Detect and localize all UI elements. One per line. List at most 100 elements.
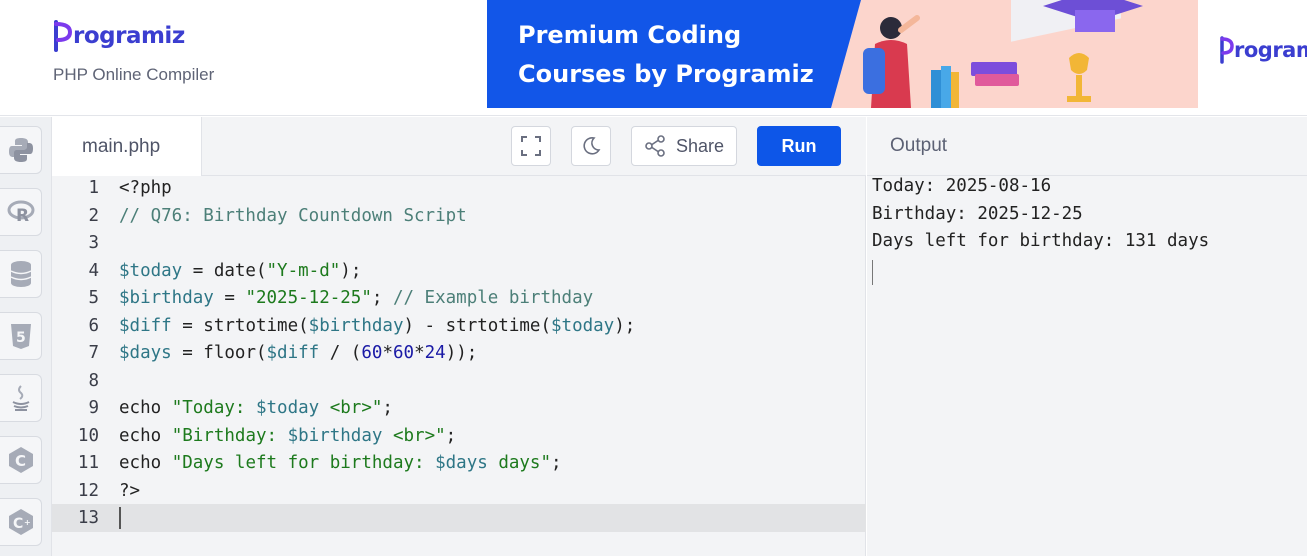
language-sidebar: R 5 C C +	[0, 117, 52, 556]
code-line[interactable]: 3	[52, 229, 866, 257]
code-token: ) - strtotime(	[403, 315, 551, 336]
code-token: $birthday	[287, 425, 383, 446]
code-token: );	[340, 260, 362, 281]
sidebar-item-r[interactable]: R	[0, 188, 42, 236]
code-line[interactable]: 2 // Q76: Birthday Countdown Script	[52, 202, 866, 230]
code-token: <br>"	[382, 425, 446, 446]
code-line[interactable]: 10 echo "Birthday: $birthday <br>";	[52, 422, 866, 450]
code-token: $days	[119, 343, 172, 363]
code-text: $days = floor($diff / (60*60*24));	[119, 343, 477, 363]
sidebar-item-sql[interactable]	[0, 250, 42, 298]
code-text: ?>	[119, 481, 140, 501]
line-number: 10	[77, 425, 99, 446]
banner-programiz-logo: rogram	[1220, 36, 1307, 64]
share-button[interactable]: Share	[631, 126, 737, 166]
line-number: 8	[88, 370, 99, 391]
sidebar-item-cpp[interactable]: C +	[0, 498, 42, 546]
code-text: $diff = strtotime($birthday) - strtotime…	[119, 316, 635, 336]
code-token: $days	[435, 453, 488, 473]
code-token: $today	[119, 260, 183, 281]
svg-text:C: C	[15, 452, 26, 470]
code-token: "Today:	[171, 398, 256, 418]
share-label: Share	[675, 135, 725, 156]
code-text: echo "Today: $today <br>";	[119, 398, 393, 418]
code-line[interactable]: 6 $diff = strtotime($birthday) - strtotim…	[52, 312, 866, 340]
code-line[interactable]: 7 $days = floor($diff / (60*60*24));	[52, 339, 866, 367]
ad-banner[interactable]: Premium Coding Courses by Programiz	[487, 0, 1198, 108]
cpp-language-icon: C +	[8, 509, 33, 535]
code-token: ;	[382, 398, 393, 418]
output-panel[interactable]: Today: 2025-08-16 Birthday: 2025-12-25 D…	[867, 176, 1307, 556]
run-button[interactable]: Run	[757, 126, 841, 166]
line-number: 11	[77, 453, 99, 473]
code-token: <?php	[119, 178, 172, 198]
tab-main-php[interactable]: main.php	[52, 117, 202, 176]
code-line[interactable]: 13	[52, 504, 866, 532]
output-line: Birthday: 2025-12-25	[872, 204, 1083, 224]
code-token: =	[213, 288, 246, 308]
code-token: echo	[119, 453, 172, 473]
sidebar-item-html[interactable]: 5	[0, 312, 42, 360]
theme-toggle-button[interactable]	[571, 126, 611, 166]
code-token: $birthday	[119, 288, 214, 308]
code-token: ;	[445, 425, 457, 446]
programiz-logo[interactable]: rogramiz	[54, 20, 185, 52]
sidebar-item-c[interactable]: C	[0, 436, 42, 484]
code-token: 24	[424, 343, 446, 363]
programiz-logo-mark-icon	[54, 20, 73, 52]
code-editor[interactable]: 1 <?php 2 // Q76: Birthday Countdown Script…	[52, 176, 866, 556]
line-number: 6	[88, 315, 99, 336]
output-cursor	[872, 260, 873, 285]
code-text: $today = date("Y-m-d");	[119, 261, 361, 281]
line-number: 9	[88, 398, 99, 418]
code-token: "Y-m-d"	[266, 260, 341, 281]
moon-icon	[583, 137, 601, 155]
line-number: 5	[88, 288, 99, 308]
code-token: *	[382, 343, 393, 363]
code-line[interactable]: 1 <?php	[52, 174, 866, 202]
output-title: Output	[890, 135, 948, 156]
page-subtitle: PHP Online Compiler	[53, 65, 215, 84]
python-icon	[8, 138, 33, 162]
logo-text: rogramiz	[73, 23, 185, 49]
code-token: "Birthday:	[171, 425, 288, 446]
code-token: ?>	[119, 480, 141, 501]
code-line[interactable]: 12 ?>	[52, 477, 866, 505]
line-number: 2	[88, 205, 99, 226]
svg-text:+: +	[24, 518, 31, 527]
svg-text:5: 5	[16, 330, 26, 346]
code-text: <?php	[119, 178, 172, 198]
code-token: / (	[319, 343, 362, 363]
code-line[interactable]: 8	[52, 367, 866, 395]
code-text: echo "Birthday: $birthday <br>";	[119, 426, 456, 446]
fullscreen-button[interactable]	[511, 126, 551, 166]
svg-text:C: C	[13, 516, 23, 532]
code-token: = strtotime(	[171, 315, 309, 336]
code-token: *	[414, 343, 425, 363]
fullscreen-icon	[521, 136, 541, 156]
code-token: "Days left for birthday:	[171, 453, 436, 473]
sidebar-item-java[interactable]	[0, 374, 42, 422]
code-token: $birthday	[308, 315, 404, 336]
code-token: ));	[445, 343, 478, 363]
code-token: 60	[361, 343, 383, 363]
code-token: // Example birthday	[392, 288, 594, 308]
code-text: $birthday = "2025-12-25"; // Example bir…	[119, 288, 593, 308]
code-token: // Q76: Birthday Countdown Script	[119, 205, 467, 226]
code-line[interactable]: 9 echo "Today: $today <br>";	[52, 394, 866, 422]
output-line: Days left for birthday: 131 days	[872, 231, 1210, 251]
sidebar-item-python[interactable]	[0, 126, 42, 174]
top-header: rogramiz PHP Online Compiler Premium Cod…	[0, 0, 1307, 116]
line-number: 1	[88, 178, 99, 198]
code-line[interactable]: 5 $birthday = "2025-12-25"; // Example bi…	[52, 284, 866, 312]
banner-line-1: Premium Coding	[518, 21, 742, 49]
ad-banner-secondary[interactable]: rogram	[1198, 0, 1307, 108]
share-icon	[645, 135, 665, 157]
c-language-icon: C	[8, 447, 33, 473]
code-line[interactable]: 11 echo "Days left for birthday: $days da…	[52, 449, 866, 477]
code-token: $today	[551, 315, 615, 336]
text-cursor	[119, 507, 121, 529]
line-number: 13	[77, 508, 99, 528]
database-icon	[10, 261, 31, 287]
code-line[interactable]: 4 $today = date("Y-m-d");	[52, 257, 866, 285]
